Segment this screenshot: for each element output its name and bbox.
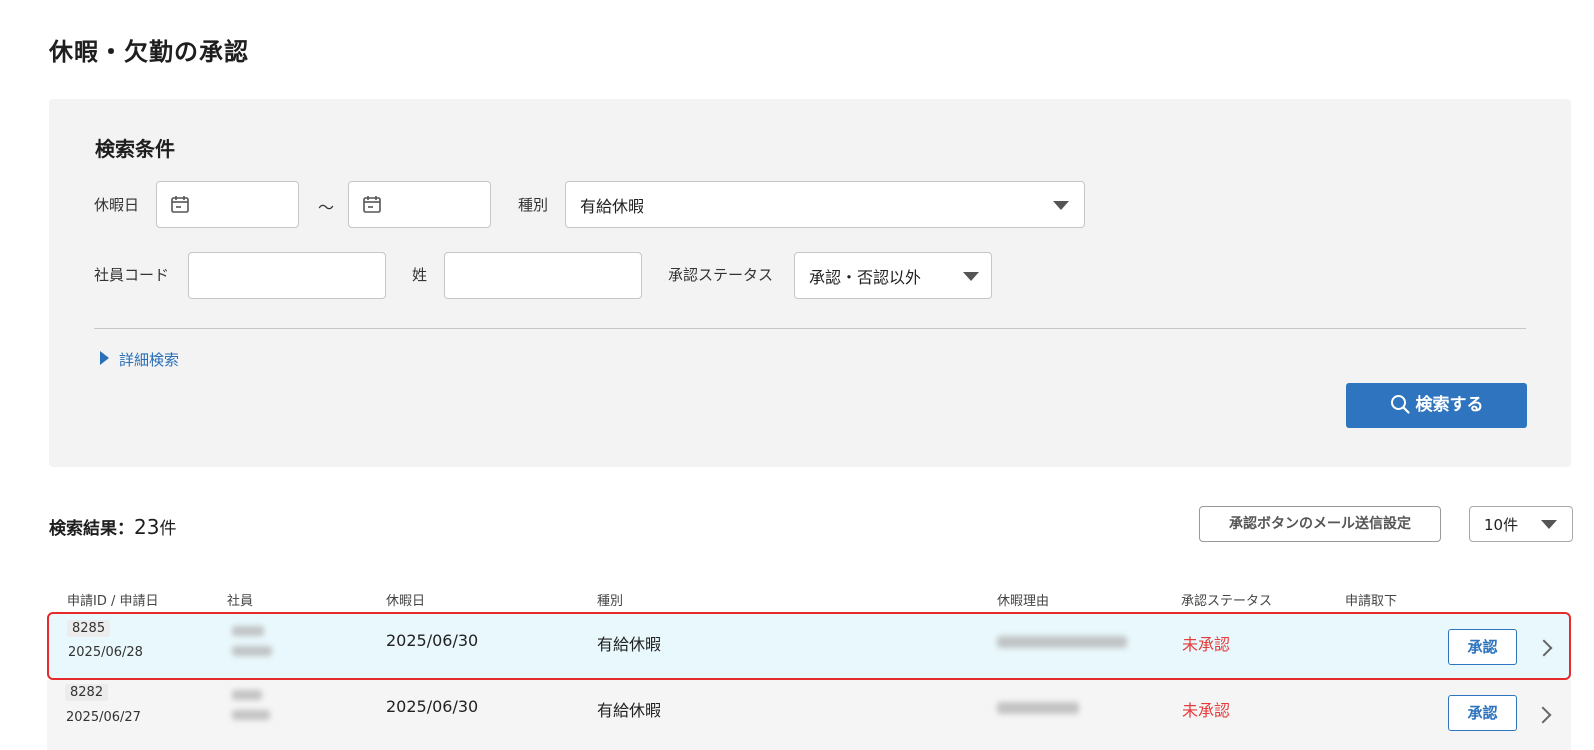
advanced-search-toggle[interactable]: 詳細検索 (100, 349, 179, 370)
advanced-search-label: 詳細検索 (119, 351, 180, 369)
chevron-down-icon (963, 272, 979, 281)
status-select-value: 承認・否認以外 (809, 268, 922, 287)
column-header-status: 承認ステータス (1181, 594, 1273, 609)
chevron-right-icon[interactable] (1535, 639, 1553, 657)
chevron-right-icon[interactable] (1534, 706, 1552, 724)
approve-button[interactable]: 承認 (1448, 629, 1517, 665)
page-title: 休暇・欠勤の承認 (49, 38, 249, 66)
date-from-input[interactable] (156, 181, 299, 228)
search-icon (1390, 395, 1410, 414)
type-label: 種別 (518, 196, 549, 214)
per-page-value: 10件 (1484, 516, 1519, 534)
results-unit: 件 (159, 519, 177, 539)
vacation-type: 有給休暇 (597, 635, 662, 654)
per-page-select[interactable]: 10件 (1469, 506, 1573, 542)
employee-code-blurred (232, 646, 272, 656)
search-button[interactable]: 検索する (1346, 383, 1527, 428)
divider (94, 328, 1526, 329)
date-to-input[interactable] (348, 181, 491, 228)
column-header-withdraw: 申請取下 (1345, 594, 1398, 609)
last-name-label: 姓 (412, 266, 428, 284)
calendar-icon (171, 196, 189, 213)
approve-button[interactable]: 承認 (1448, 695, 1517, 731)
employee-code-blurred (232, 710, 270, 720)
vacation-type: 有給休暇 (597, 701, 662, 720)
results-count: 検索結果：23件 (49, 514, 176, 539)
type-select[interactable]: 有給休暇 (565, 181, 1085, 228)
employee-name-blurred (232, 690, 262, 700)
status-label: 承認ステータス (668, 266, 774, 284)
vacation-date: 2025/06/30 (386, 631, 479, 650)
status-badge: 未承認 (1182, 701, 1231, 720)
search-panel-title: 検索条件 (95, 137, 175, 161)
vacation-date-label: 休暇日 (94, 196, 140, 214)
vacation-reason-blurred (997, 636, 1127, 648)
range-separator: 〜 (318, 198, 335, 217)
chevron-down-icon (1053, 201, 1069, 210)
employee-code-input[interactable] (188, 252, 386, 299)
calendar-icon (363, 196, 381, 213)
employee-code-label: 社員コード (94, 266, 170, 284)
results-label: 検索結果 (49, 519, 117, 539)
search-button-label: 検索する (1415, 395, 1484, 415)
chevron-down-icon (1541, 520, 1557, 529)
last-name-input[interactable] (444, 252, 642, 299)
mail-settings-button[interactable]: 承認ボタンのメール送信設定 (1199, 506, 1441, 542)
type-select-value: 有給休暇 (580, 197, 645, 216)
column-header-vacation-date: 休暇日 (386, 594, 426, 609)
column-header-type: 種別 (597, 594, 624, 609)
column-header-reason: 休暇理由 (997, 594, 1050, 609)
results-count-value: 23 (134, 515, 160, 539)
caret-right-icon (100, 351, 109, 365)
status-select[interactable]: 承認・否認以外 (794, 252, 992, 299)
column-header-id-date: 申請ID / 申請日 (67, 594, 159, 609)
status-badge: 未承認 (1182, 635, 1231, 654)
table-row[interactable]: 8282 2025/06/27 2025/06/30 有給休暇 未承認 承認 (47, 680, 1571, 750)
vacation-date: 2025/06/30 (386, 697, 479, 716)
table-row[interactable]: 8285 2025/06/28 2025/06/30 有給休暇 未承認 承認 (47, 612, 1571, 680)
request-date: 2025/06/27 (66, 710, 141, 725)
request-date: 2025/06/28 (68, 645, 143, 660)
employee-name-blurred (232, 626, 264, 636)
results-colon: ： (117, 519, 134, 539)
request-id-badge: 8282 (65, 684, 109, 701)
request-id-badge: 8285 (67, 620, 111, 637)
vacation-reason-blurred (997, 702, 1079, 714)
search-panel: 検索条件 休暇日 〜 種別 有給休暇 社員コード 姓 承認ステータス 承認・否認… (49, 99, 1571, 467)
column-header-employee: 社員 (227, 594, 254, 609)
